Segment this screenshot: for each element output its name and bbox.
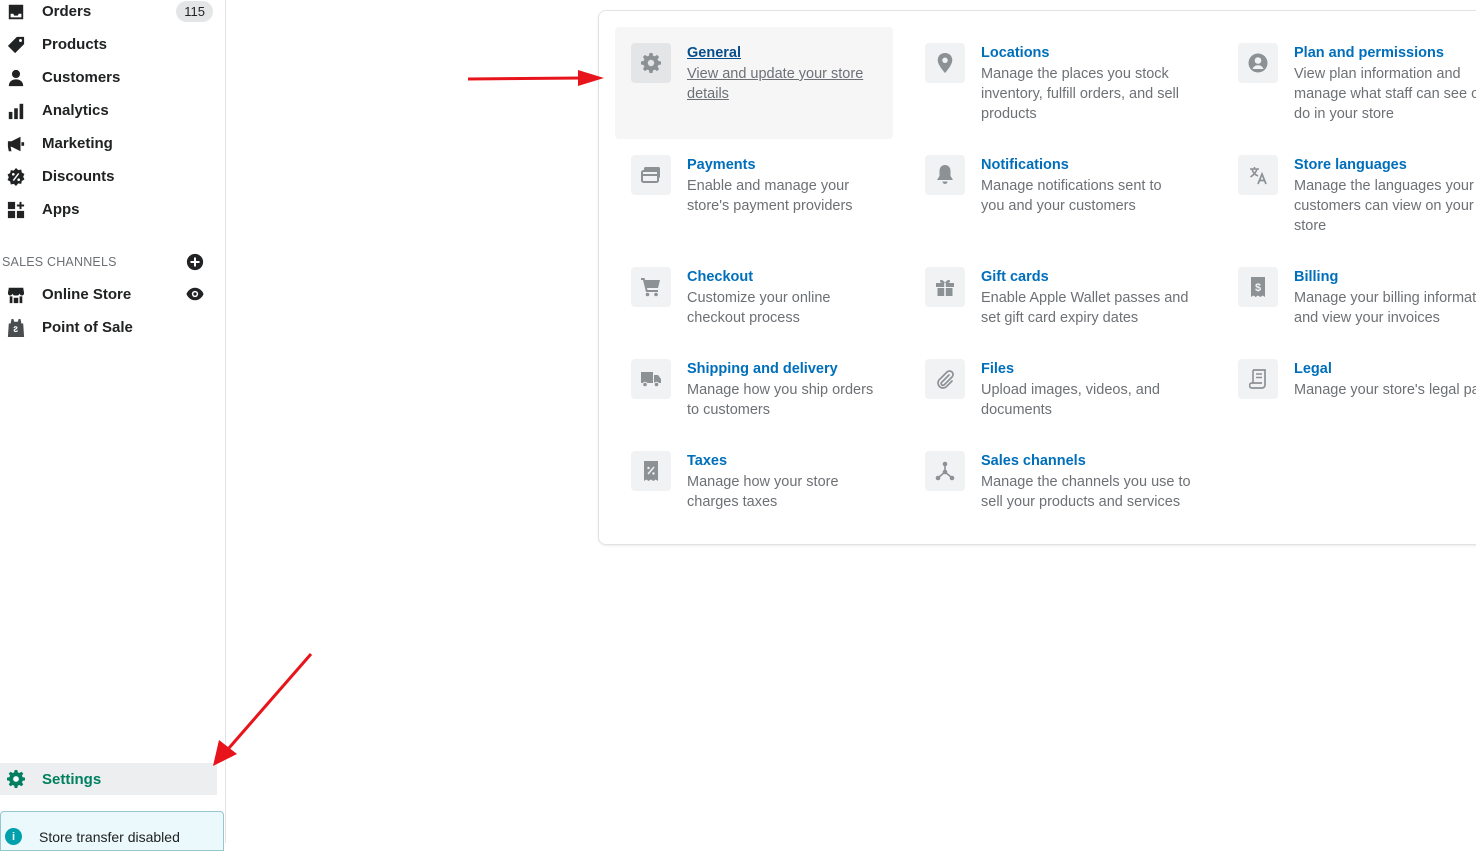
- tag-icon: [6, 35, 26, 55]
- setting-sales-channels[interactable]: Sales channels Manage the channels you u…: [909, 435, 1191, 525]
- person-icon: [6, 68, 26, 88]
- sidebar-item-products[interactable]: Products: [0, 28, 217, 61]
- bar-chart-icon: [6, 101, 26, 121]
- setting-description: Enable and manage your store's payment p…: [687, 178, 853, 214]
- network-icon: [925, 451, 965, 491]
- setting-billing[interactable]: $ Billing Manage your billing informatio…: [1222, 251, 1476, 335]
- setting-legal[interactable]: Legal Manage your store's legal pages: [1222, 343, 1476, 427]
- sidebar-item-label: Orders: [42, 3, 92, 20]
- setting-description: View plan information and manage what st…: [1294, 66, 1476, 122]
- setting-description: View and update your store details: [687, 66, 864, 102]
- svg-text:$: $: [1255, 282, 1261, 294]
- setting-description: Manage the languages your customers can …: [1294, 178, 1474, 234]
- setting-title[interactable]: Billing: [1294, 269, 1338, 285]
- sidebar-item-settings[interactable]: Settings: [0, 763, 217, 795]
- setting-shipping-and-delivery[interactable]: Shipping and delivery Manage how you shi…: [615, 343, 893, 427]
- setting-plan-and-permissions[interactable]: Plan and permissions View plan informati…: [1222, 27, 1476, 139]
- setting-title[interactable]: General: [687, 45, 741, 61]
- sidebar-item-label: Apps: [42, 201, 80, 218]
- store-icon: [6, 285, 26, 305]
- orders-count-badge: 115: [176, 1, 213, 22]
- gear-icon: [6, 769, 26, 789]
- plus-circle-icon: [186, 253, 204, 271]
- setting-description: Manage your billing information and view…: [1294, 290, 1476, 326]
- sidebar-item-analytics[interactable]: Analytics: [0, 94, 217, 127]
- setting-taxes[interactable]: Taxes Manage how your store charges taxe…: [615, 435, 893, 525]
- store-transfer-banner[interactable]: i Store transfer disabled: [0, 811, 224, 851]
- add-sales-channel-button[interactable]: [186, 253, 204, 271]
- setting-payments[interactable]: Payments Enable and manage your store's …: [615, 139, 893, 243]
- sales-channels-heading: SALES CHANNELS: [2, 255, 117, 269]
- sidebar-item-label: Point of Sale: [42, 319, 133, 336]
- sidebar-item-discounts[interactable]: Discounts: [0, 160, 217, 193]
- shopping-bag-icon: [6, 318, 26, 338]
- user-circle-icon: [1238, 43, 1278, 83]
- setting-description: Manage how you ship orders to customers: [687, 382, 874, 418]
- setting-title[interactable]: Notifications: [981, 157, 1069, 173]
- sidebar-item-point-of-sale[interactable]: Point of Sale: [0, 311, 217, 344]
- eye-icon[interactable]: [186, 286, 204, 302]
- setting-title[interactable]: Payments: [687, 157, 756, 173]
- cart-icon: [631, 267, 671, 307]
- setting-notifications[interactable]: Notifications Manage notifications sent …: [909, 139, 1187, 243]
- setting-gift-cards[interactable]: Gift cards Enable Apple Wallet passes an…: [909, 251, 1188, 335]
- document-scroll-icon: [1238, 359, 1278, 399]
- sidebar-item-label: Marketing: [42, 135, 113, 152]
- sidebar-item-apps[interactable]: Apps: [0, 193, 217, 226]
- gift-icon: [925, 267, 965, 307]
- setting-title[interactable]: Files: [981, 361, 1014, 377]
- credit-card-icon: [631, 155, 671, 195]
- settings-card: General View and update your store detai…: [598, 10, 1476, 545]
- setting-description: Enable Apple Wallet passes and set gift …: [981, 290, 1189, 326]
- orders-icon: [6, 2, 26, 22]
- setting-description: Manage your store's legal pages: [1294, 382, 1476, 398]
- setting-checkout[interactable]: Checkout Customize your online checkout …: [615, 251, 893, 335]
- annotation-arrow-general: [467, 70, 604, 86]
- sidebar-item-label: Products: [42, 36, 108, 53]
- info-icon: i: [5, 828, 22, 845]
- setting-title[interactable]: Store languages: [1294, 157, 1407, 173]
- setting-description: Manage notifications sent to you and you…: [981, 178, 1162, 214]
- setting-title[interactable]: Plan and permissions: [1294, 45, 1444, 61]
- setting-description: Customize your online checkout process: [687, 290, 831, 326]
- receipt-dollar-icon: $: [1238, 267, 1278, 307]
- setting-title[interactable]: Gift cards: [981, 269, 1049, 285]
- setting-title[interactable]: Sales channels: [981, 453, 1086, 469]
- discount-icon: [6, 167, 26, 187]
- setting-description: Manage how your store charges taxes: [687, 474, 839, 510]
- translate-icon: [1238, 155, 1278, 195]
- location-pin-icon: [925, 43, 965, 83]
- sidebar-item-customers[interactable]: Customers: [0, 61, 217, 94]
- truck-icon: [631, 359, 671, 399]
- sidebar-item-online-store[interactable]: Online Store: [0, 278, 217, 311]
- setting-store-languages[interactable]: Store languages Manage the languages you…: [1222, 139, 1476, 243]
- setting-locations[interactable]: Locations Manage the places you stock in…: [909, 27, 1187, 139]
- annotation-arrow-settings: [213, 653, 313, 766]
- sidebar-item-label: Analytics: [42, 102, 109, 119]
- bell-icon: [925, 155, 965, 195]
- sidebar: Orders 115 Products Customers Analytics …: [0, 0, 226, 851]
- gear-icon: [631, 43, 671, 83]
- tax-receipt-icon: [631, 451, 671, 491]
- setting-description: Manage the places you stock inventory, f…: [981, 66, 1179, 122]
- setting-title[interactable]: Legal: [1294, 361, 1332, 377]
- sidebar-item-label: Customers: [42, 69, 121, 86]
- setting-general[interactable]: General View and update your store detai…: [615, 27, 893, 139]
- sidebar-item-orders[interactable]: Orders 115: [0, 0, 217, 28]
- megaphone-icon: [6, 134, 26, 154]
- sidebar-item-label: Discounts: [42, 168, 115, 185]
- setting-description: Upload images, videos, and documents: [981, 382, 1160, 418]
- sidebar-item-marketing[interactable]: Marketing: [0, 127, 217, 160]
- sidebar-item-label: Settings: [42, 770, 102, 788]
- setting-title[interactable]: Locations: [981, 45, 1049, 61]
- setting-title[interactable]: Checkout: [687, 269, 753, 285]
- paperclip-icon: [925, 359, 965, 399]
- setting-title[interactable]: Taxes: [687, 453, 727, 469]
- setting-title[interactable]: Shipping and delivery: [687, 361, 838, 377]
- apps-icon: [6, 200, 26, 220]
- sidebar-item-label: Online Store: [42, 286, 132, 303]
- setting-files[interactable]: Files Upload images, videos, and documen…: [909, 343, 1187, 427]
- setting-description: Manage the channels you use to sell your…: [981, 474, 1191, 510]
